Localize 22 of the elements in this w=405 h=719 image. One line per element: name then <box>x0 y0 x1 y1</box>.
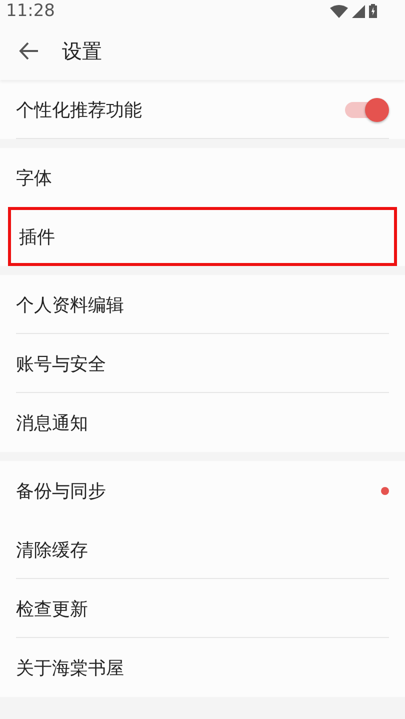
setting-label: 关于海棠书屋 <box>16 656 124 680</box>
setting-label: 清除缓存 <box>16 538 88 562</box>
setting-label: 字体 <box>16 166 52 190</box>
setting-label: 账号与安全 <box>16 352 106 376</box>
status-time: 11:28 <box>6 1 55 21</box>
page-title: 设置 <box>62 38 102 64</box>
setting-label: 检查更新 <box>16 598 88 620</box>
back-button[interactable] <box>18 40 40 62</box>
wifi-icon <box>330 4 348 18</box>
setting-label: 备份与同步 <box>16 480 106 502</box>
setting-label: 消息通知 <box>16 412 88 434</box>
setting-row[interactable]: 备份与同步 <box>0 461 405 520</box>
highlighted-setting-row[interactable]: 插件 <box>8 207 397 266</box>
signal-icon <box>352 4 365 18</box>
setting-row[interactable]: 消息通知 <box>0 393 405 452</box>
setting-row[interactable]: 字体 <box>0 148 405 207</box>
setting-label: 插件 <box>19 226 55 248</box>
toggle-switch[interactable] <box>345 98 389 122</box>
setting-label: 个性化推荐功能 <box>16 98 142 122</box>
setting-label: 个人资料编辑 <box>16 294 124 316</box>
setting-row[interactable]: 关于海棠书屋 <box>0 638 405 697</box>
battery-icon <box>369 4 377 18</box>
